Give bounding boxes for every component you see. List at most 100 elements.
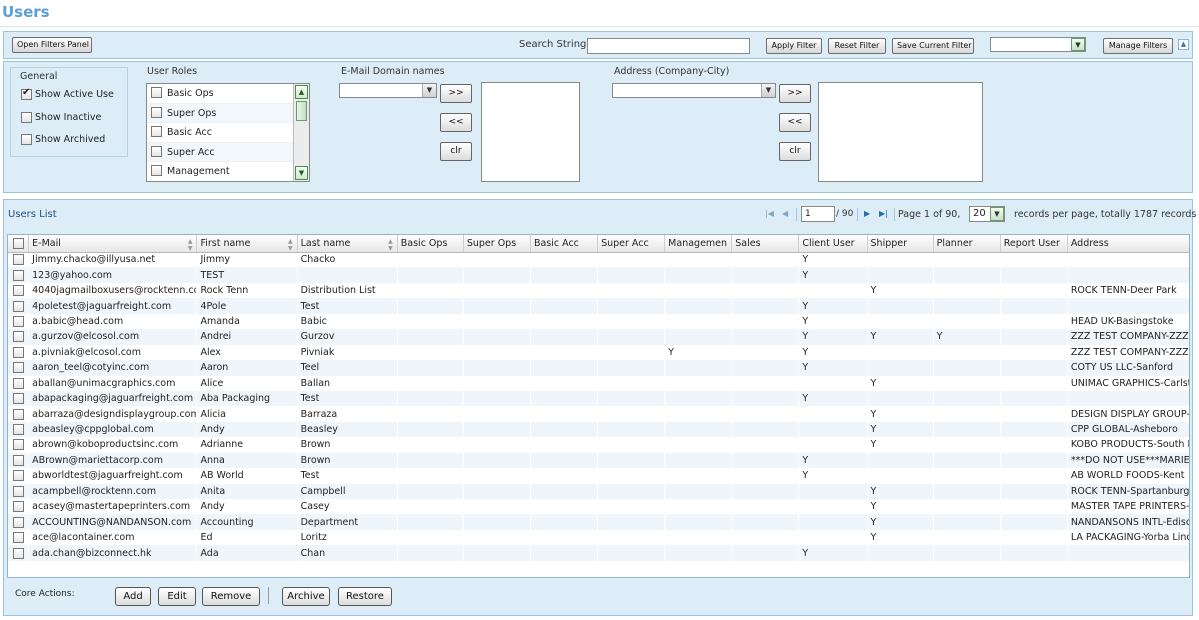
column-header-super-ops[interactable]: Super Ops bbox=[463, 235, 531, 253]
email-domain-select[interactable]: ▼ bbox=[339, 83, 437, 98]
show-inactive-option[interactable]: Show Inactive bbox=[21, 112, 101, 123]
column-header-report-user[interactable]: Report User bbox=[1000, 235, 1068, 253]
column-header-management[interactable]: Managemen bbox=[664, 235, 733, 253]
prev-page-icon[interactable]: ◀ bbox=[782, 209, 788, 218]
table-row[interactable]: abworldtest@jaguarfreight.com AB World Tes… bbox=[8, 468, 1189, 484]
table-row[interactable]: Jimmy.chacko@illyusa.net Jimmy Chacko Y bbox=[8, 252, 1189, 268]
table-row[interactable]: 123@yahoo.com TEST Y bbox=[8, 267, 1189, 283]
column-header-sales[interactable]: Sales bbox=[731, 235, 800, 253]
row-checkbox[interactable] bbox=[13, 269, 24, 281]
remove-button[interactable]: Remove bbox=[202, 587, 260, 606]
table-row[interactable]: ABrown@mariettacorp.com Anna Brown Y ***DO N… bbox=[8, 452, 1189, 469]
role-item-basic-ops[interactable]: Basic Ops bbox=[147, 84, 293, 104]
row-checkbox[interactable] bbox=[13, 547, 24, 559]
user-roles-listbox[interactable]: Basic Ops Super Ops Basic Acc Super Acc … bbox=[146, 83, 310, 182]
email-domain-selected-list[interactable] bbox=[481, 82, 580, 182]
column-header-shipper[interactable]: Shipper bbox=[867, 235, 934, 253]
first-page-icon[interactable]: |◀ bbox=[765, 209, 774, 218]
row-select-cell[interactable] bbox=[8, 406, 29, 422]
column-header-basic-ops[interactable]: Basic Ops bbox=[397, 235, 464, 253]
row-checkbox[interactable] bbox=[13, 532, 24, 544]
restore-button[interactable]: Restore bbox=[338, 587, 392, 606]
row-select-cell[interactable] bbox=[8, 252, 29, 268]
saved-filter-select[interactable]: ▼ bbox=[990, 37, 1086, 52]
row-checkbox[interactable] bbox=[13, 501, 24, 513]
table-row[interactable]: ace@lacontainer.com Ed Loritz Y LA PACKAGING… bbox=[8, 529, 1189, 546]
column-header-first-name[interactable]: First name ▲ ▼ bbox=[196, 235, 298, 253]
role-item-management[interactable]: Management bbox=[147, 162, 293, 181]
row-checkbox[interactable] bbox=[13, 408, 24, 420]
row-select-cell[interactable] bbox=[8, 514, 29, 530]
last-page-icon[interactable]: ▶| bbox=[879, 209, 888, 218]
table-row[interactable]: aballan@unimacgraphics.com Alice Ballan Y UN… bbox=[8, 375, 1189, 391]
role-checkbox[interactable] bbox=[151, 126, 162, 137]
row-select-cell[interactable] bbox=[8, 375, 29, 391]
row-select-cell[interactable] bbox=[8, 437, 29, 453]
row-checkbox[interactable] bbox=[13, 424, 24, 436]
table-row[interactable]: ada.chan@bizconnect.hk Ada Chan Y bbox=[8, 545, 1189, 561]
row-checkbox[interactable] bbox=[13, 315, 24, 327]
scroll-thumb[interactable] bbox=[296, 101, 307, 121]
role-checkbox[interactable] bbox=[151, 145, 162, 157]
row-checkbox[interactable] bbox=[13, 362, 24, 374]
table-row[interactable]: aaron_teel@cotyinc.com Aaron Teel Y COTY US … bbox=[8, 360, 1189, 376]
table-row[interactable]: abarraza@designdisplaygroup.com Alicia Bar… bbox=[8, 406, 1189, 422]
address-clear-button[interactable]: clr bbox=[779, 142, 811, 161]
show-active-option[interactable]: Show Active Use bbox=[21, 87, 114, 100]
page-size-select[interactable]: 20 ▼ bbox=[969, 206, 1005, 222]
row-select-cell[interactable] bbox=[8, 483, 29, 499]
row-select-cell[interactable] bbox=[8, 421, 29, 438]
column-header-address[interactable]: Address bbox=[1067, 235, 1189, 253]
show-archived-option[interactable]: Show Archived bbox=[21, 134, 105, 145]
row-checkbox[interactable] bbox=[13, 331, 24, 343]
row-checkbox[interactable] bbox=[13, 516, 24, 528]
page-number-input[interactable]: 1 bbox=[801, 206, 835, 222]
row-checkbox[interactable] bbox=[13, 485, 24, 497]
row-checkbox[interactable] bbox=[13, 346, 24, 358]
column-header-email[interactable]: E-Mail ▲ ▼ bbox=[28, 235, 198, 253]
table-row[interactable]: abrown@koboproductsinc.com Adrianne Brown Y… bbox=[8, 437, 1189, 453]
select-all-cell[interactable] bbox=[8, 235, 30, 253]
reset-filter-button[interactable]: Reset Filter bbox=[828, 38, 886, 54]
select-all-checkbox[interactable] bbox=[13, 237, 24, 249]
table-row[interactable]: abeasley@cppglobal.com Andy Beasley Y CPP GL… bbox=[8, 421, 1189, 438]
column-header-super-acc[interactable]: Super Acc bbox=[597, 235, 666, 253]
edit-button[interactable]: Edit bbox=[158, 587, 196, 606]
email-remove-button[interactable]: << bbox=[440, 113, 472, 132]
table-row[interactable]: 4poletest@jaguarfreight.com 4Pole Test Y bbox=[8, 298, 1189, 314]
open-filters-panel-button[interactable]: Open Filters Panel bbox=[12, 37, 92, 53]
role-checkbox[interactable] bbox=[151, 106, 162, 118]
save-current-filter-button[interactable]: Save Current Filter bbox=[892, 38, 974, 54]
email-add-button[interactable]: >> bbox=[440, 84, 472, 103]
add-button[interactable]: Add bbox=[115, 587, 151, 606]
column-header-planner[interactable]: Planner bbox=[933, 235, 1001, 253]
address-select[interactable]: ▼ bbox=[612, 83, 776, 98]
role-checkbox[interactable] bbox=[151, 87, 162, 98]
role-item-basic-acc[interactable]: Basic Acc bbox=[147, 123, 293, 143]
show-active-checkbox[interactable] bbox=[21, 87, 32, 100]
row-checkbox[interactable] bbox=[13, 393, 24, 405]
address-add-button[interactable]: >> bbox=[779, 84, 811, 103]
row-select-cell[interactable] bbox=[8, 282, 29, 299]
role-checkbox[interactable] bbox=[151, 165, 162, 176]
table-row[interactable]: a.gurzov@elcosol.com Andrei Gurzov Y Y Y ZZZ T… bbox=[8, 329, 1189, 345]
next-page-icon[interactable]: ▶ bbox=[864, 209, 870, 218]
table-row[interactable]: a.babic@head.com Amanda Babic Y HEAD UK-Basi… bbox=[8, 313, 1189, 330]
column-header-client-user[interactable]: Client User bbox=[798, 235, 868, 253]
role-item-super-acc[interactable]: Super Acc bbox=[147, 142, 293, 162]
collapse-panel-icon[interactable]: ▲ bbox=[1178, 39, 1189, 50]
row-select-cell[interactable] bbox=[8, 452, 29, 469]
row-checkbox[interactable] bbox=[13, 454, 24, 466]
row-select-cell[interactable] bbox=[8, 529, 29, 546]
row-select-cell[interactable] bbox=[8, 468, 29, 484]
row-checkbox[interactable] bbox=[13, 285, 24, 297]
row-select-cell[interactable] bbox=[8, 267, 29, 283]
row-select-cell[interactable] bbox=[8, 390, 29, 407]
scroll-down-icon[interactable]: ▼ bbox=[295, 166, 308, 180]
row-select-cell[interactable] bbox=[8, 545, 29, 561]
table-row[interactable]: abapackaging@jaguarfreight.com Aba Packag… bbox=[8, 390, 1189, 407]
row-checkbox[interactable] bbox=[13, 300, 24, 312]
row-select-cell[interactable] bbox=[8, 344, 29, 361]
table-row[interactable]: a.pivniak@elcosol.com Alex Pivniak Y Y ZZZ TE… bbox=[8, 344, 1189, 361]
apply-filter-button[interactable]: Apply Filter bbox=[766, 38, 822, 54]
